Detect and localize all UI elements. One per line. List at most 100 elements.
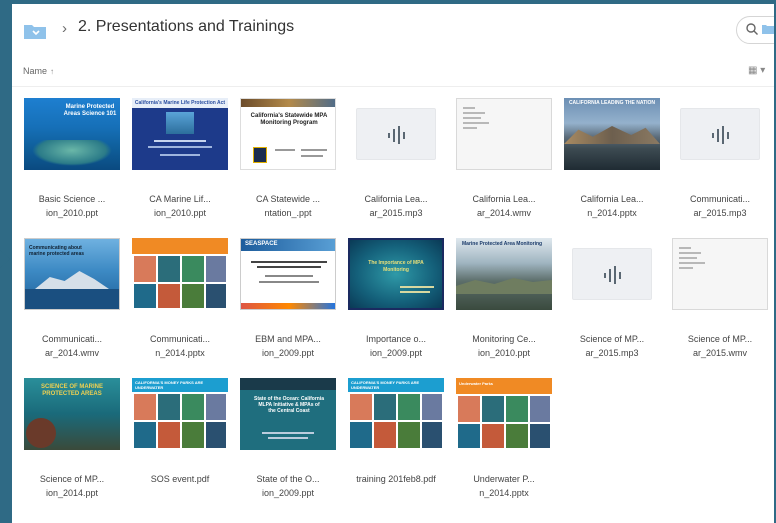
header: › 2. Presentations and Trainings: [12, 4, 774, 52]
file-thumbnail: Underwater Parks: [456, 378, 552, 450]
file-name-suffix: ion_2010.ppt: [153, 208, 207, 218]
breadcrumb-separator: ›: [62, 20, 67, 37]
file-name-suffix: n_2014.pptx: [155, 348, 205, 358]
file-tile[interactable]: SCIENCE OF MARINE PROTECTED AREAS Scienc…: [18, 378, 126, 508]
file-thumbnail: CALIFORNIA'S MONEY PARKS ARE UNDERWATER: [348, 378, 444, 450]
file-tile[interactable]: California's Statewide MPA Monitoring Pr…: [234, 98, 342, 228]
thumb-title: California's Statewide MPA Monitoring Pr…: [250, 113, 328, 126]
thumb-title: Communicating about marine protected are…: [29, 245, 85, 257]
file-name: Science of MP...: [687, 334, 753, 344]
file-name: SOS event.pdf: [150, 474, 210, 484]
file-name-suffix: ion_2010.ppt: [477, 348, 531, 358]
file-browser-panel: › 2. Presentations and Trainings Name ↑ ▦…: [12, 4, 774, 523]
file-thumbnail: [132, 238, 228, 310]
file-tile[interactable]: Communicating about marine protected are…: [18, 238, 126, 368]
file-name-suffix: ion_2009.ppt: [261, 488, 315, 498]
file-name-suffix: ar_2015.mp3: [585, 348, 639, 358]
file-tile[interactable]: California Lea... ar_2015.mp3: [342, 98, 450, 228]
sort-row: Name ↑ ▦ ▾: [12, 60, 774, 87]
file-name-suffix: ion_2014.ppt: [45, 488, 99, 498]
sort-by-name-button[interactable]: Name ↑: [23, 66, 54, 76]
file-name: EBM and MPA...: [255, 334, 321, 344]
file-thumbnail: [572, 248, 652, 300]
file-tile[interactable]: CALIFORNIA'S MONEY PARKS ARE UNDERWATER …: [342, 378, 450, 508]
file-name: Monitoring Ce...: [472, 334, 536, 344]
file-tile[interactable]: California's Marine Life Protection Act …: [126, 98, 234, 228]
thumb-title: State of the Ocean: California MLPA Init…: [254, 396, 325, 414]
edge-pointer-icon: [0, 250, 10, 268]
audio-waveform-icon: [604, 266, 621, 284]
file-name: Communicati...: [689, 194, 751, 204]
folder-icon[interactable]: [23, 22, 47, 40]
file-tile[interactable]: CALIFORNIA'S MONEY PARKS ARE UNDERWATER …: [126, 378, 234, 508]
thumb-title: Marine Protected Areas Science 101: [63, 104, 117, 117]
file-name-suffix: ar_2015.wmv: [692, 348, 748, 358]
file-thumbnail: [680, 108, 760, 160]
thumb-title: SEASPACE: [245, 241, 278, 247]
file-tile[interactable]: The Importance of MPA Monitoring Importa…: [342, 238, 450, 368]
file-thumbnail: SEASPACE: [240, 238, 336, 310]
file-thumbnail: CALIFORNIA'S MONEY PARKS ARE UNDERWATER: [132, 378, 228, 450]
sort-arrow-icon: ↑: [50, 67, 55, 76]
file-thumbnail: California's Statewide MPA Monitoring Pr…: [240, 98, 336, 170]
folder-scope-icon: [762, 25, 774, 34]
page-title: 2. Presentations and Trainings: [78, 18, 295, 35]
thumb-title: Marine Protected Area Monitoring: [462, 241, 543, 247]
file-name-suffix: ion_2009.ppt: [261, 348, 315, 358]
file-name: California Lea...: [580, 194, 644, 204]
file-name: Importance o...: [365, 334, 427, 344]
file-tile[interactable]: SEASPACE EBM and MPA... ion_2009.ppt: [234, 238, 342, 368]
file-name-suffix: ar_2014.wmv: [44, 348, 100, 358]
audio-waveform-icon: [712, 126, 729, 144]
file-thumbnail: California's Marine Life Protection Act: [132, 98, 228, 170]
thumb-title: Underwater Parks: [459, 381, 494, 386]
thumb-title: CALIFORNIA'S MONEY PARKS ARE UNDERWATER: [135, 380, 204, 390]
file-name: State of the O...: [256, 474, 320, 484]
file-tile[interactable]: Science of MP... ar_2015.wmv: [666, 238, 774, 368]
file-tile[interactable]: Science of MP... ar_2015.mp3: [558, 238, 666, 368]
search-input[interactable]: [736, 16, 774, 44]
sort-label: Name: [23, 66, 48, 76]
file-tile[interactable]: Marine Protected Areas Science 101 Basic…: [18, 98, 126, 228]
file-thumbnail: SCIENCE OF MARINE PROTECTED AREAS: [24, 378, 120, 450]
file-name: CA Statewide ...: [255, 194, 321, 204]
file-thumbnail: [456, 98, 552, 170]
file-thumbnail: Marine Protected Area Monitoring: [456, 238, 552, 310]
view-toggle-button[interactable]: ▦ ▾: [748, 65, 765, 76]
file-thumbnail: [672, 238, 768, 310]
file-name-suffix: n_2014.pptx: [479, 488, 529, 498]
file-name: Communicati...: [41, 334, 103, 344]
file-name: Science of MP...: [579, 334, 645, 344]
file-name-suffix: ntation_.ppt: [264, 208, 312, 218]
file-thumbnail: The Importance of MPA Monitoring: [348, 238, 444, 310]
file-name: CA Marine Lif...: [149, 194, 211, 204]
file-thumbnail: Communicating about marine protected are…: [24, 238, 120, 310]
file-name: Science of MP...: [39, 474, 105, 484]
file-name-suffix: n_2014.pptx: [587, 208, 637, 218]
file-name: Communicati...: [149, 334, 211, 344]
thumb-title: CALIFORNIA LEADING THE NATION: [568, 100, 656, 106]
file-tile[interactable]: CALIFORNIA LEADING THE NATION California…: [558, 98, 666, 228]
file-thumbnail: [356, 108, 436, 160]
file-name-suffix: ar_2015.mp3: [693, 208, 747, 218]
file-name-suffix: ar_2015.mp3: [369, 208, 423, 218]
file-name-suffix: ar_2014.wmv: [476, 208, 532, 218]
file-tile[interactable]: Marine Protected Area Monitoring Monitor…: [450, 238, 558, 368]
thumb-title: SCIENCE OF MARINE PROTECTED AREAS: [40, 384, 103, 397]
file-tile[interactable]: Communicati... n_2014.pptx: [126, 238, 234, 368]
file-name: California Lea...: [364, 194, 428, 204]
file-name: Basic Science ...: [38, 194, 106, 204]
thumb-title: California's Marine Life Protection Act: [134, 100, 226, 106]
file-tile[interactable]: State of the Ocean: California MLPA Init…: [234, 378, 342, 508]
file-thumbnail: State of the Ocean: California MLPA Init…: [240, 378, 336, 450]
thumb-title: CALIFORNIA'S MONEY PARKS ARE UNDERWATER: [351, 380, 420, 390]
file-thumbnail: Marine Protected Areas Science 101: [24, 98, 120, 170]
file-name-suffix: ion_2010.ppt: [45, 208, 99, 218]
file-name: training 201feb8.pdf: [356, 474, 436, 484]
audio-waveform-icon: [388, 126, 405, 144]
thumb-title: The Importance of MPA Monitoring: [368, 260, 424, 273]
search-icon: [746, 23, 758, 35]
file-tile[interactable]: Underwater Parks Underwater P... n_2014.…: [450, 378, 558, 508]
file-tile[interactable]: California Lea... ar_2014.wmv: [450, 98, 558, 228]
file-tile[interactable]: Communicati... ar_2015.mp3: [666, 98, 774, 228]
